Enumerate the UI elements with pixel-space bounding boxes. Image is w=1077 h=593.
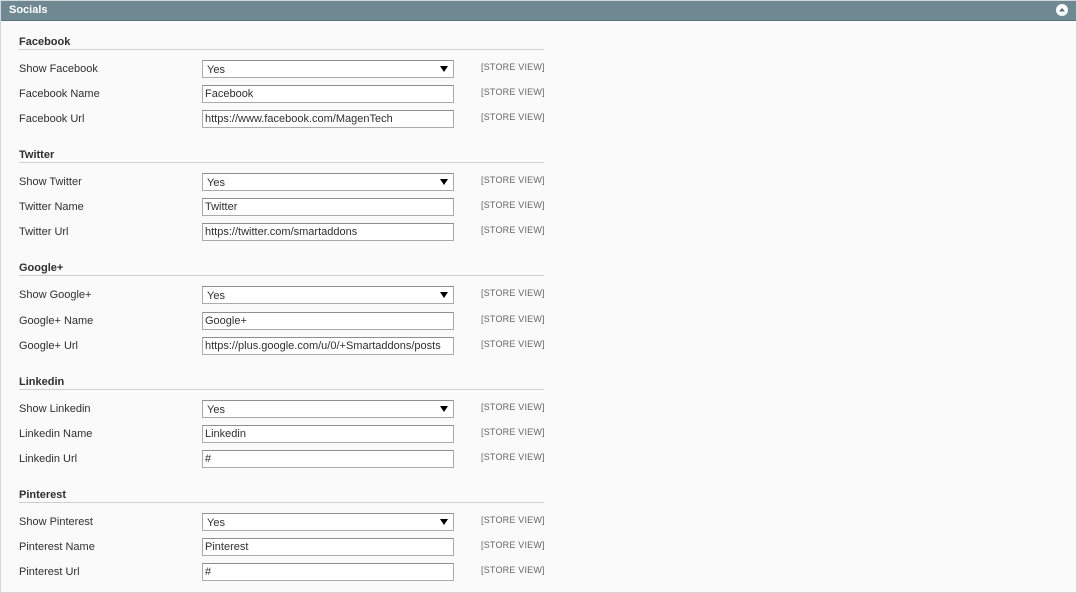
scope-label: [STORE VIEW] bbox=[481, 175, 545, 185]
group-divider bbox=[19, 49, 544, 50]
facebook-name-input[interactable] bbox=[202, 85, 454, 103]
show-google-plus-select[interactable]: Yes bbox=[202, 286, 454, 304]
field-label: Linkedin Url bbox=[19, 453, 78, 465]
select-value: Yes bbox=[207, 404, 225, 416]
field-label: Linkedin Name bbox=[19, 428, 93, 440]
dropdown-arrow-icon bbox=[440, 66, 448, 72]
row-google-plus-name: Google+ Name [STORE VIEW] bbox=[1, 312, 1077, 332]
group-divider bbox=[19, 162, 544, 163]
row-show-facebook: Show Facebook Yes [STORE VIEW] bbox=[1, 60, 1077, 80]
field-label: Facebook Name bbox=[19, 88, 100, 100]
row-pinterest-url: Pinterest Url [STORE VIEW] bbox=[1, 563, 1077, 583]
row-google-plus-url: Google+ Url [STORE VIEW] bbox=[1, 337, 1077, 357]
dropdown-arrow-icon bbox=[440, 292, 448, 298]
show-facebook-select[interactable]: Yes bbox=[202, 60, 454, 78]
scope-label: [STORE VIEW] bbox=[481, 288, 545, 298]
row-pinterest-name: Pinterest Name [STORE VIEW] bbox=[1, 538, 1077, 558]
row-show-linkedin: Show Linkedin Yes [STORE VIEW] bbox=[1, 400, 1077, 420]
dropdown-arrow-icon bbox=[440, 519, 448, 525]
row-facebook-url: Facebook Url [STORE VIEW] bbox=[1, 110, 1077, 130]
scope-label: [STORE VIEW] bbox=[481, 540, 545, 550]
linkedin-name-input[interactable] bbox=[202, 425, 454, 443]
show-twitter-select[interactable]: Yes bbox=[202, 173, 454, 191]
select-value: Yes bbox=[207, 177, 225, 189]
pinterest-name-input[interactable] bbox=[202, 538, 454, 556]
scope-label: [STORE VIEW] bbox=[481, 452, 545, 462]
scope-label: [STORE VIEW] bbox=[481, 62, 545, 72]
field-label: Show Pinterest bbox=[19, 516, 93, 528]
field-label: Twitter Url bbox=[19, 226, 69, 238]
row-show-google-plus: Show Google+ Yes [STORE VIEW] bbox=[1, 286, 1077, 306]
scope-label: [STORE VIEW] bbox=[481, 200, 545, 210]
scope-label: [STORE VIEW] bbox=[481, 314, 545, 324]
field-label: Google+ Name bbox=[19, 315, 94, 327]
group-divider bbox=[19, 275, 544, 276]
row-twitter-name: Twitter Name [STORE VIEW] bbox=[1, 198, 1077, 218]
pinterest-url-input[interactable] bbox=[202, 563, 454, 581]
group-title: Pinterest bbox=[19, 489, 67, 501]
panel-header[interactable]: Socials bbox=[1, 1, 1076, 21]
facebook-url-input[interactable] bbox=[202, 110, 454, 128]
scope-label: [STORE VIEW] bbox=[481, 87, 545, 97]
field-label: Show Twitter bbox=[19, 176, 82, 188]
row-show-pinterest: Show Pinterest Yes [STORE VIEW] bbox=[1, 513, 1077, 533]
field-label: Show Google+ bbox=[19, 289, 92, 301]
scope-label: [STORE VIEW] bbox=[481, 402, 545, 412]
google-plus-url-input[interactable] bbox=[202, 337, 454, 355]
dropdown-arrow-icon bbox=[440, 406, 448, 412]
linkedin-url-input[interactable] bbox=[202, 450, 454, 468]
select-value: Yes bbox=[207, 517, 225, 529]
field-label: Google+ Url bbox=[19, 340, 79, 352]
scope-label: [STORE VIEW] bbox=[481, 225, 545, 235]
row-linkedin-name: Linkedin Name [STORE VIEW] bbox=[1, 425, 1077, 445]
scope-label: [STORE VIEW] bbox=[481, 515, 545, 525]
row-show-twitter: Show Twitter Yes [STORE VIEW] bbox=[1, 173, 1077, 193]
row-linkedin-url: Linkedin Url [STORE VIEW] bbox=[1, 450, 1077, 470]
field-label: Pinterest Name bbox=[19, 541, 95, 553]
scope-label: [STORE VIEW] bbox=[481, 427, 545, 437]
field-label: Pinterest Url bbox=[19, 566, 80, 578]
group-title: Facebook bbox=[19, 36, 71, 48]
show-pinterest-select[interactable]: Yes bbox=[202, 513, 454, 531]
twitter-name-input[interactable] bbox=[202, 198, 454, 216]
field-label: Show Facebook bbox=[19, 63, 98, 75]
select-value: Yes bbox=[207, 64, 225, 76]
group-title: Twitter bbox=[19, 149, 55, 161]
select-value: Yes bbox=[207, 290, 225, 302]
row-facebook-name: Facebook Name [STORE VIEW] bbox=[1, 85, 1077, 105]
panel-title: Socials bbox=[9, 4, 48, 16]
socials-panel: Socials Facebook Show Facebook Yes [STOR… bbox=[0, 0, 1077, 593]
group-divider bbox=[19, 389, 544, 390]
group-title: Linkedin bbox=[19, 376, 65, 388]
twitter-url-input[interactable] bbox=[202, 223, 454, 241]
dropdown-arrow-icon bbox=[440, 179, 448, 185]
group-title: Google+ bbox=[19, 262, 64, 274]
google-plus-name-input[interactable] bbox=[202, 312, 454, 330]
show-linkedin-select[interactable]: Yes bbox=[202, 400, 454, 418]
scope-label: [STORE VIEW] bbox=[481, 339, 545, 349]
group-divider bbox=[19, 502, 544, 503]
field-label: Show Linkedin bbox=[19, 403, 91, 415]
field-label: Twitter Name bbox=[19, 201, 84, 213]
collapse-icon[interactable] bbox=[1056, 4, 1068, 16]
field-label: Facebook Url bbox=[19, 113, 85, 125]
scope-label: [STORE VIEW] bbox=[481, 112, 545, 122]
scope-label: [STORE VIEW] bbox=[481, 565, 545, 575]
row-twitter-url: Twitter Url [STORE VIEW] bbox=[1, 223, 1077, 243]
